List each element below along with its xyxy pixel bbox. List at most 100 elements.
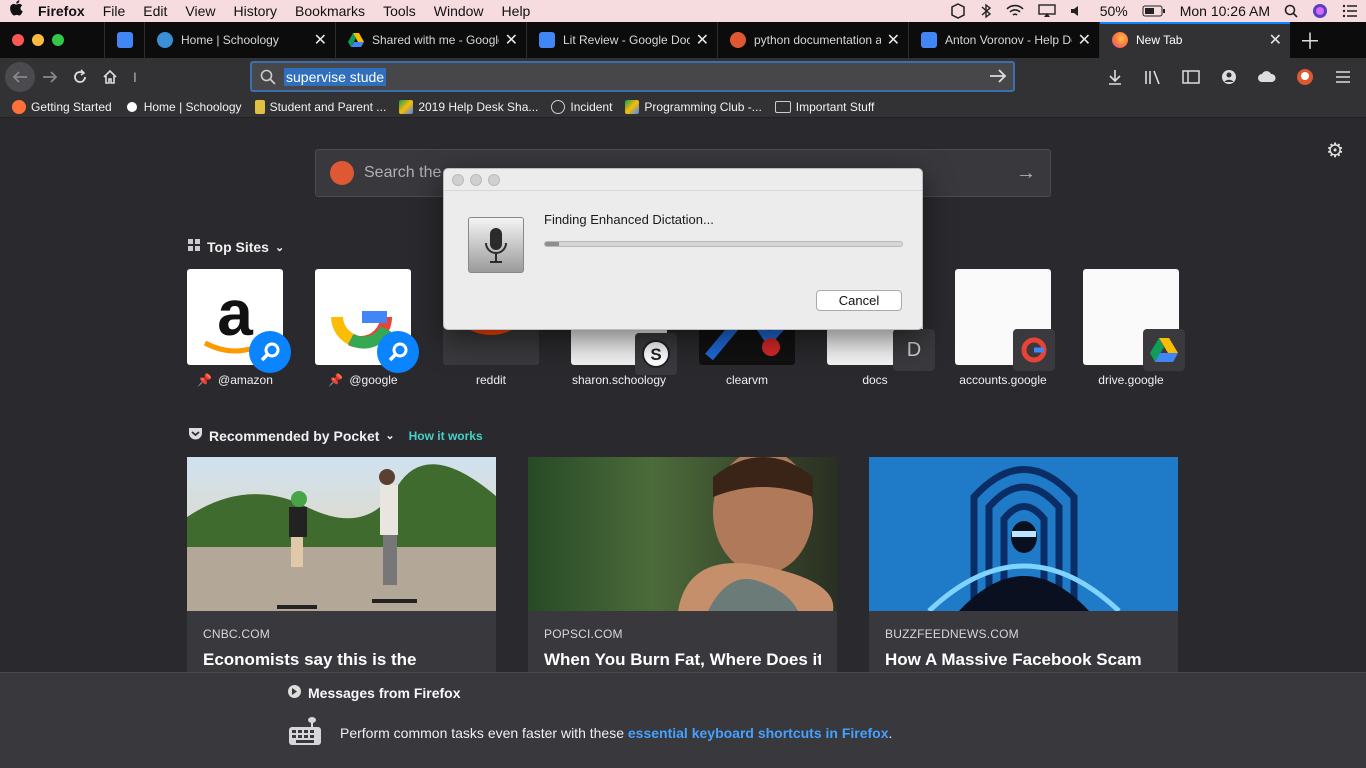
close-tab-icon[interactable]: ✕: [1078, 30, 1091, 50]
bookmark-programming-club[interactable]: Programming Club -...: [625, 99, 762, 114]
siri-icon[interactable]: [1312, 3, 1328, 19]
menu-history[interactable]: History: [224, 0, 286, 22]
pin-icon: 📌: [197, 373, 213, 387]
menu-edit[interactable]: Edit: [134, 0, 176, 22]
wifi-icon[interactable]: [1006, 4, 1024, 18]
bookmark-help-desk-share[interactable]: 2019 Help Desk Sha...: [399, 99, 538, 114]
downloads-icon[interactable]: [1100, 62, 1130, 92]
address-bar-text[interactable]: supervise stude: [284, 67, 387, 86]
bookmark-getting-started[interactable]: Getting Started: [12, 99, 112, 114]
top-sites-title: Top Sites: [207, 239, 269, 255]
tab-new-tab[interactable]: New Tab ✕: [1099, 22, 1290, 58]
top-sites-heading[interactable]: Top Sites ⌄: [188, 239, 284, 255]
tab-python-documentation[interactable]: python documentation at ✕: [717, 22, 908, 58]
duckduckgo-extension-icon[interactable]: [1290, 62, 1320, 92]
menu-hamburger-icon[interactable]: [1328, 62, 1358, 92]
forward-button[interactable]: [35, 62, 65, 92]
dialog-zoom-button[interactable]: [488, 173, 500, 186]
battery-icon[interactable]: [1142, 5, 1166, 17]
battery-percent[interactable]: 50%: [1100, 3, 1128, 19]
top-site-name: sharon.schoology: [571, 373, 667, 387]
menu-file[interactable]: File: [94, 0, 135, 22]
tab-anton-voronov[interactable]: Anton Voronov - Help De ✕: [908, 22, 1099, 58]
duckduckgo-icon: [730, 32, 746, 48]
close-tab-icon[interactable]: ✕: [887, 30, 900, 50]
tab-google-docs-pinned[interactable]: [104, 22, 144, 58]
top-site-drive-google[interactable]: drive.google: [1083, 269, 1185, 387]
close-tab-icon[interactable]: ✕: [314, 30, 327, 50]
close-tab-icon[interactable]: ✕: [505, 30, 518, 50]
reload-button[interactable]: [65, 62, 95, 92]
bookmark-folder-important-stuff[interactable]: Important Stuff: [774, 100, 874, 114]
google-docs-icon: [117, 32, 133, 48]
search-icon: [260, 69, 276, 90]
minimize-window-button[interactable]: [32, 34, 44, 46]
bluetooth-icon[interactable]: [980, 3, 992, 19]
top-site-amazon[interactable]: a 📌 @amazon: [187, 269, 291, 387]
pocket-card-buzzfeed[interactable]: BUZZFEEDNEWS.COM How A Massive Facebook …: [869, 457, 1178, 672]
menu-window[interactable]: Window: [425, 0, 493, 22]
airplay-icon[interactable]: [1037, 4, 1056, 18]
home-icon: [103, 69, 117, 84]
pocket-heading[interactable]: Recommended by Pocket ⌄ How it works: [188, 427, 483, 444]
volume-icon[interactable]: [1070, 4, 1086, 18]
go-arrow-icon[interactable]: [989, 68, 1007, 89]
forward-arrow-icon: [43, 71, 58, 83]
cancel-button[interactable]: Cancel: [816, 290, 902, 311]
keyboard-icon: [288, 717, 322, 747]
tab-lit-review[interactable]: Lit Review - Google Docs ✕: [526, 22, 717, 58]
menu-tools[interactable]: Tools: [374, 0, 425, 22]
top-site-accounts-google[interactable]: accounts.google: [955, 269, 1055, 387]
tab-shared-with-me[interactable]: Shared with me - Google ✕: [335, 22, 526, 58]
gear-icon[interactable]: ⚙: [1326, 138, 1344, 163]
dialog-close-button[interactable]: [452, 173, 464, 186]
menu-help[interactable]: Help: [493, 0, 540, 22]
close-tab-icon[interactable]: ✕: [696, 30, 709, 50]
tab-title: Anton Voronov - Help De: [945, 33, 1072, 47]
back-arrow-icon: [12, 71, 27, 83]
spotlight-search-icon[interactable]: [1284, 4, 1298, 18]
address-bar[interactable]: supervise stude: [250, 61, 1015, 92]
notification-center-icon[interactable]: [1342, 4, 1358, 18]
pocket-card-popsci[interactable]: POPSCI.COM When You Burn Fat, Where Does…: [528, 457, 837, 672]
menu-bookmarks[interactable]: Bookmarks: [286, 0, 374, 22]
search-shortcut-icon: [377, 331, 419, 373]
pocket-card-cnbc[interactable]: CNBC.COM Economists say this is the: [187, 457, 496, 672]
bookmark-incident[interactable]: Incident: [551, 99, 612, 114]
keyboard-shortcuts-link[interactable]: essential keyboard shortcuts in Firefox: [628, 725, 889, 741]
bookmark-label: Getting Started: [31, 99, 112, 114]
close-window-button[interactable]: [12, 34, 24, 46]
home-button[interactable]: [95, 62, 125, 92]
clock[interactable]: Mon 10:26 AM: [1180, 3, 1270, 19]
chevron-down-icon: ⌄: [274, 241, 285, 254]
dialog-message: Finding Enhanced Dictation...: [544, 212, 714, 227]
globe-icon: [551, 99, 566, 114]
bookmark-home-schoology[interactable]: Home | Schoology: [124, 99, 242, 114]
bookmark-student-and-parent[interactable]: Student and Parent ...: [254, 99, 386, 114]
account-icon[interactable]: [1214, 62, 1244, 92]
text-cursor-icon: I: [133, 69, 137, 85]
schoology-icon: S: [635, 333, 677, 375]
sidebar-icon[interactable]: [1176, 62, 1206, 92]
new-tab-button[interactable]: ＋: [1290, 22, 1330, 58]
top-site-google[interactable]: 📌 @google: [315, 269, 419, 387]
tab-title: python documentation at: [754, 33, 881, 47]
back-button[interactable]: [5, 62, 35, 92]
menu-app-firefox[interactable]: Firefox: [32, 0, 94, 22]
apple-menu-icon[interactable]: [0, 0, 32, 22]
close-tab-icon[interactable]: ✕: [1269, 30, 1282, 50]
tab-title: Home | Schoology: [181, 33, 279, 47]
docs-letter-badge: D: [893, 329, 935, 371]
library-icon[interactable]: [1138, 62, 1168, 92]
dialog-minimize-button[interactable]: [470, 173, 482, 186]
box-status-icon[interactable]: [950, 3, 966, 19]
tab-home-schoology[interactable]: Home | Schoology ✕: [144, 22, 335, 58]
navigation-toolbar: I supervise stude: [0, 58, 1366, 96]
how-it-works-link[interactable]: How it works: [409, 429, 483, 443]
zoom-window-button[interactable]: [52, 34, 64, 46]
top-site-name: @amazon: [218, 373, 273, 387]
extension-cloud-icon[interactable]: [1252, 62, 1282, 92]
search-arrow-icon[interactable]: →: [1016, 162, 1036, 185]
menu-view[interactable]: View: [176, 0, 224, 22]
firefox-icon: [12, 99, 26, 114]
